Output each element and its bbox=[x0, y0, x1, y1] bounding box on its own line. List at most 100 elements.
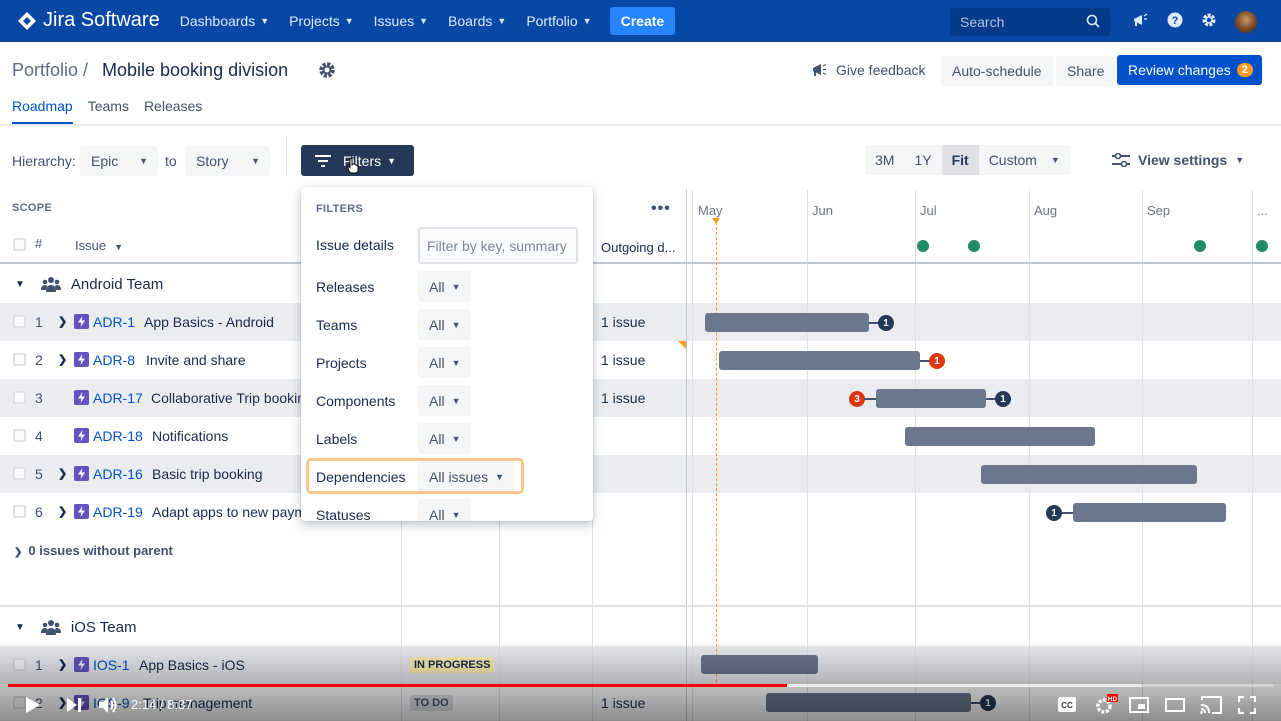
expand-icon[interactable]: ❯ bbox=[58, 658, 67, 671]
labels-filter-select[interactable]: All ▼ bbox=[418, 423, 472, 454]
timeline-bar-adr-16[interactable] bbox=[981, 465, 1197, 484]
outgoing-deps[interactable]: 1 issue bbox=[601, 390, 645, 406]
issue-key[interactable]: ADR-1 bbox=[93, 314, 135, 330]
volume-icon[interactable] bbox=[97, 694, 119, 716]
components-filter-select[interactable]: All ▼ bbox=[418, 385, 472, 416]
dependency-badge[interactable]: 1 bbox=[878, 315, 894, 331]
tab-releases[interactable]: Releases bbox=[144, 98, 202, 124]
release-marker[interactable] bbox=[1256, 240, 1268, 252]
hierarchy-to-select[interactable]: Story ▼ bbox=[185, 146, 270, 176]
nav-projects[interactable]: Projects ▼ bbox=[289, 13, 354, 29]
tab-roadmap[interactable]: Roadmap bbox=[12, 98, 73, 124]
projects-filter-select[interactable]: All ▼ bbox=[418, 347, 472, 378]
timeline-bar-adr-19[interactable] bbox=[1073, 503, 1226, 522]
issue-key[interactable]: ADR-19 bbox=[93, 504, 143, 520]
release-marker[interactable] bbox=[1194, 240, 1206, 252]
issue-summary[interactable]: App Basics - iOS bbox=[139, 657, 299, 673]
breadcrumb[interactable]: Portfolio / bbox=[12, 60, 88, 81]
cast-icon[interactable] bbox=[1200, 696, 1222, 714]
issue-key[interactable]: ADR-17 bbox=[93, 390, 143, 406]
row-checkbox[interactable] bbox=[13, 505, 26, 518]
timeline-bar-ios-9[interactable] bbox=[766, 693, 971, 712]
issue-column-header[interactable]: Issue ▼ bbox=[75, 238, 123, 253]
review-changes-button[interactable]: Review changes 2 bbox=[1117, 55, 1262, 85]
settings-hd-icon[interactable]: HD bbox=[1095, 694, 1119, 716]
dependency-badge[interactable]: 1 bbox=[995, 391, 1011, 407]
teams-filter-select[interactable]: All ▼ bbox=[418, 309, 472, 340]
row-checkbox[interactable] bbox=[13, 429, 26, 442]
expand-icon[interactable]: ❯ bbox=[58, 467, 67, 480]
search-input[interactable]: Search bbox=[950, 8, 1110, 36]
share-button[interactable]: Share bbox=[1056, 56, 1116, 86]
issues-without-parent-toggle[interactable]: ❯ 0 issues without parent bbox=[14, 543, 173, 558]
plan-settings-icon[interactable] bbox=[317, 60, 337, 80]
expand-icon[interactable]: ❯ bbox=[58, 353, 67, 366]
timescale-fit[interactable]: Fit bbox=[941, 145, 979, 175]
dependency-badge[interactable]: 1 bbox=[929, 353, 945, 369]
tab-teams[interactable]: Teams bbox=[88, 98, 129, 124]
release-marker[interactable] bbox=[968, 240, 980, 252]
timeline-bar-adr-1[interactable] bbox=[705, 313, 869, 332]
timescale-3m[interactable]: 3M bbox=[865, 145, 904, 175]
issue-summary[interactable]: Basic trip booking bbox=[152, 466, 300, 482]
nav-issues[interactable]: Issues ▼ bbox=[374, 13, 428, 29]
auto-schedule-button[interactable]: Auto-schedule bbox=[941, 56, 1053, 86]
row-checkbox[interactable] bbox=[13, 353, 26, 366]
settings-icon[interactable] bbox=[1200, 11, 1218, 29]
row-checkbox[interactable] bbox=[13, 658, 26, 671]
next-icon[interactable] bbox=[65, 697, 83, 713]
row-checkbox[interactable] bbox=[13, 467, 26, 480]
row-checkbox[interactable] bbox=[13, 315, 26, 328]
releases-filter-select[interactable]: All ▼ bbox=[418, 271, 472, 302]
timeline-bar-adr-17[interactable] bbox=[876, 389, 986, 408]
timeline-bar-adr-8[interactable] bbox=[719, 351, 920, 370]
outgoing-deps[interactable]: 1 issue bbox=[601, 695, 645, 711]
theater-mode-icon[interactable] bbox=[1165, 698, 1185, 712]
avatar[interactable] bbox=[1235, 11, 1257, 33]
issue-key[interactable]: ADR-8 bbox=[93, 352, 135, 368]
nav-boards[interactable]: Boards ▼ bbox=[448, 13, 506, 29]
give-feedback-button[interactable]: Give feedback bbox=[812, 62, 926, 78]
nav-dashboards[interactable]: Dashboards ▼ bbox=[180, 13, 269, 29]
view-settings-button[interactable]: View settings ▼ bbox=[1112, 152, 1244, 168]
expand-icon[interactable]: ❯ bbox=[58, 315, 67, 328]
nav-label: Dashboards bbox=[179, 12, 256, 29]
timeline-bar-adr-18[interactable] bbox=[905, 427, 1095, 446]
today-marker bbox=[712, 218, 720, 224]
dependency-badge[interactable]: 3 bbox=[849, 391, 865, 407]
help-icon[interactable]: ? bbox=[1166, 11, 1184, 29]
issue-details-filter-input[interactable]: Filter by key, summary bbox=[418, 227, 578, 264]
dependency-badge[interactable]: 1 bbox=[980, 695, 996, 711]
jira-logo[interactable]: Jira Software bbox=[17, 9, 160, 32]
release-marker[interactable] bbox=[917, 240, 929, 252]
select-all-checkbox[interactable] bbox=[13, 238, 26, 251]
outgoing-deps[interactable]: 1 issue bbox=[601, 352, 645, 368]
miniplayer-icon[interactable] bbox=[1129, 697, 1149, 713]
expand-icon[interactable]: ❯ bbox=[58, 505, 67, 518]
issue-summary[interactable]: Notifications bbox=[152, 428, 300, 444]
more-columns-button[interactable]: ••• bbox=[651, 200, 671, 218]
captions-icon[interactable]: CC bbox=[1058, 697, 1076, 712]
video-progress-fill[interactable] bbox=[8, 684, 787, 687]
issue-summary[interactable]: Invite and share bbox=[146, 352, 300, 368]
team-row-ios[interactable]: ▼ iOS Team bbox=[0, 607, 686, 647]
notifications-icon[interactable] bbox=[1131, 11, 1149, 29]
issue-key[interactable]: ADR-16 bbox=[93, 466, 143, 482]
hierarchy-from-select[interactable]: Epic ▼ bbox=[80, 146, 158, 176]
nav-portfolio[interactable]: Portfolio ▼ bbox=[526, 13, 591, 29]
row-checkbox[interactable] bbox=[13, 391, 26, 404]
issue-summary[interactable]: App Basics - Android bbox=[144, 314, 300, 330]
timeline-bar-ios-1[interactable] bbox=[701, 655, 818, 674]
statuses-filter-select[interactable]: All ▼ bbox=[418, 499, 472, 521]
issue-summary[interactable]: Adapt apps to new payment bbox=[152, 504, 301, 520]
create-button[interactable]: Create bbox=[609, 6, 676, 35]
issue-key[interactable]: ADR-18 bbox=[93, 428, 143, 444]
timescale-1y[interactable]: 1Y bbox=[904, 145, 941, 175]
dependency-badge[interactable]: 1 bbox=[1046, 505, 1062, 521]
fullscreen-icon[interactable] bbox=[1238, 696, 1256, 714]
issue-summary[interactable]: Collaborative Trip booking bbox=[151, 390, 301, 406]
outgoing-deps[interactable]: 1 issue bbox=[601, 314, 645, 330]
play-icon[interactable] bbox=[22, 695, 42, 715]
issue-key[interactable]: IOS-1 bbox=[93, 657, 130, 673]
timescale-custom[interactable]: Custom ▼ bbox=[979, 145, 1070, 175]
